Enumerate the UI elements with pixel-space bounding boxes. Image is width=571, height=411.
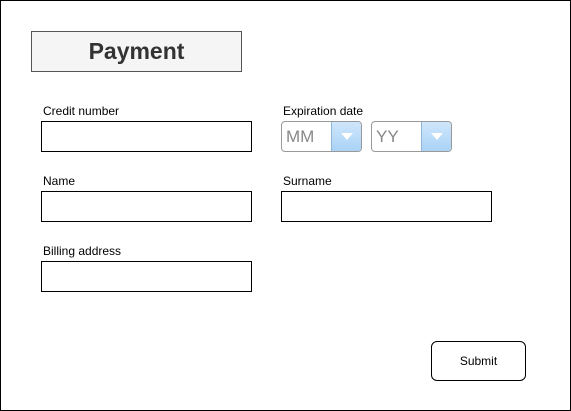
credit-number-label: Credit number [43,104,120,118]
credit-number-field[interactable] [41,121,252,152]
expiration-year-value: YY [376,126,399,146]
expiration-year-select[interactable]: YY [371,121,452,152]
expiration-date-label: Expiration date [283,104,364,118]
surname-field[interactable] [281,191,492,222]
surname-label: Surname [283,174,332,188]
expiration-month-select[interactable]: MM [281,121,362,152]
name-label: Name [43,174,76,188]
page-title: Payment [31,31,242,72]
billing-address-field[interactable] [41,261,252,292]
chevron-down-icon[interactable] [331,122,361,151]
expiration-month-value: MM [286,126,315,146]
submit-button[interactable]: Submit [431,341,526,381]
chevron-down-icon[interactable] [421,122,451,151]
payment-form: Payment Credit number Expiration date MM… [0,0,571,411]
page-title-text: Payment [88,38,185,64]
name-field[interactable] [41,191,252,222]
billing-address-label: Billing address [43,244,122,258]
